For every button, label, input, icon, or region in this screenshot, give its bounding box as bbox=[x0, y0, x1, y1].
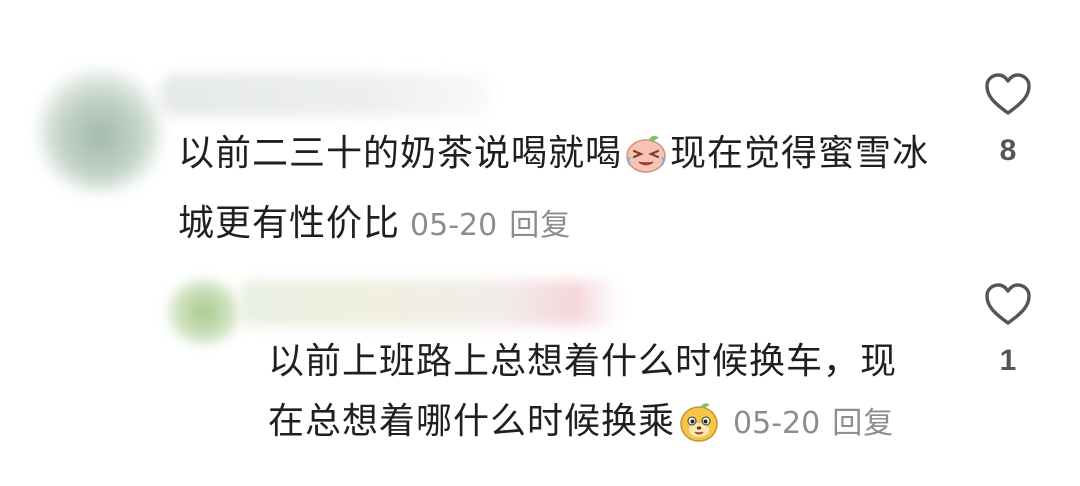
heart-outline-icon[interactable] bbox=[978, 72, 1038, 116]
like-button[interactable]: 8 bbox=[978, 72, 1038, 168]
laughing-tears-emoji-icon bbox=[624, 131, 668, 194]
like-count: 8 bbox=[999, 134, 1017, 167]
dog-face-emoji-icon bbox=[677, 399, 721, 462]
heart-outline-icon[interactable] bbox=[978, 282, 1038, 326]
reply-button[interactable]: 回复 bbox=[509, 208, 571, 243]
comment-body: 以前二三十的奶茶说喝就喝 现在觉得蜜雪冰城更有性价比 05-20 回复 bbox=[178, 124, 938, 256]
comment-date: 05-20 bbox=[733, 406, 821, 441]
username[interactable] bbox=[240, 280, 620, 326]
like-count: 1 bbox=[999, 344, 1017, 377]
like-button[interactable]: 1 bbox=[978, 282, 1038, 378]
avatar[interactable] bbox=[168, 280, 240, 344]
username[interactable] bbox=[160, 74, 490, 116]
reply-button[interactable]: 回复 bbox=[832, 406, 894, 441]
comment-body: 以前上班路上总想着什么时候换车，现在总想着哪什么时候换乘 05-20 回复 bbox=[268, 332, 928, 462]
comment-date: 05-20 bbox=[410, 208, 498, 243]
avatar[interactable] bbox=[40, 70, 160, 190]
comment-text-part1: 以前二三十的奶茶说喝就喝 bbox=[178, 133, 623, 174]
